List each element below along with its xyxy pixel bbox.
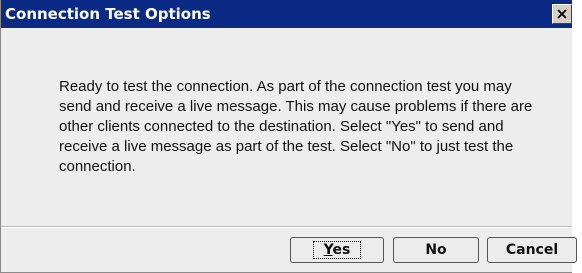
dialog-message: Ready to test the connection. As part of… [59, 78, 533, 175]
connection-test-dialog: Connection Test Options Ready to test th… [0, 0, 577, 273]
cancel-button[interactable]: Cancel [487, 237, 577, 263]
yes-label-rest: es [332, 242, 351, 258]
yes-mnemonic: Y [323, 242, 333, 258]
title-bar[interactable]: Connection Test Options [1, 0, 572, 28]
dialog-title: Connection Test Options [5, 5, 211, 23]
yes-button-label: Yes [312, 241, 362, 259]
no-button[interactable]: No [393, 237, 479, 263]
close-icon [557, 9, 567, 19]
button-separator [1, 226, 572, 228]
close-button[interactable] [552, 4, 572, 24]
no-button-label: No [425, 242, 447, 258]
cancel-button-label: Cancel [505, 242, 559, 258]
dialog-content: Ready to test the connection. As part of… [1, 28, 572, 227]
yes-button[interactable]: Yes [290, 237, 384, 263]
